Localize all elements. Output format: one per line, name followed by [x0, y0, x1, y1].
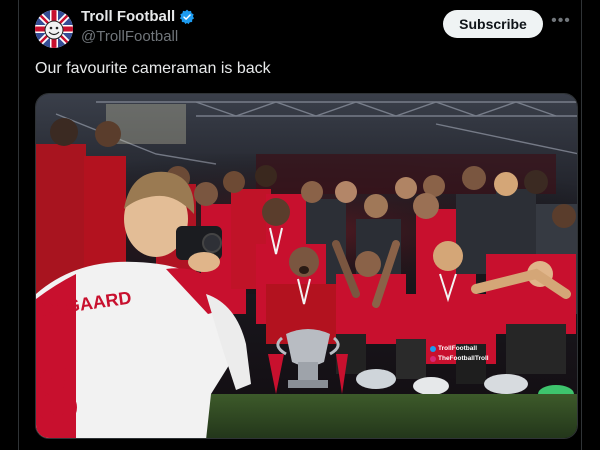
celebration-photo: DEGAARD 8 [36, 94, 577, 439]
watermark-twitter: TrollFootball [430, 345, 477, 352]
tweet-text: Our favourite cameraman is back [35, 60, 271, 77]
jersey-number: 8 [36, 351, 79, 439]
tweet-media-image[interactable]: DEGAARD 8 TrollFootball TheFootballTroll [35, 93, 578, 439]
tweet-card: Troll Football @TrollFootball Subscribe … [18, 0, 582, 450]
tweet-header: Troll Football @TrollFootball Subscribe … [35, 8, 570, 48]
display-name[interactable]: Troll Football [81, 8, 195, 25]
watermark-instagram: TheFootballTroll [430, 355, 489, 362]
display-name-text[interactable]: Troll Football [81, 8, 175, 25]
watermark-text-2: TheFootballTroll [438, 355, 489, 362]
instagram-icon [430, 355, 436, 362]
more-options-icon[interactable]: ••• [551, 13, 571, 34]
account-handle[interactable]: @TrollFootball [81, 28, 195, 45]
profile-avatar[interactable] [35, 10, 73, 48]
watermark-text-1: TrollFootball [438, 345, 477, 352]
verified-badge-icon [179, 9, 195, 25]
account-names: Troll Football @TrollFootball [81, 8, 195, 45]
subscribe-button[interactable]: Subscribe [443, 10, 543, 38]
twitter-icon [430, 345, 436, 352]
